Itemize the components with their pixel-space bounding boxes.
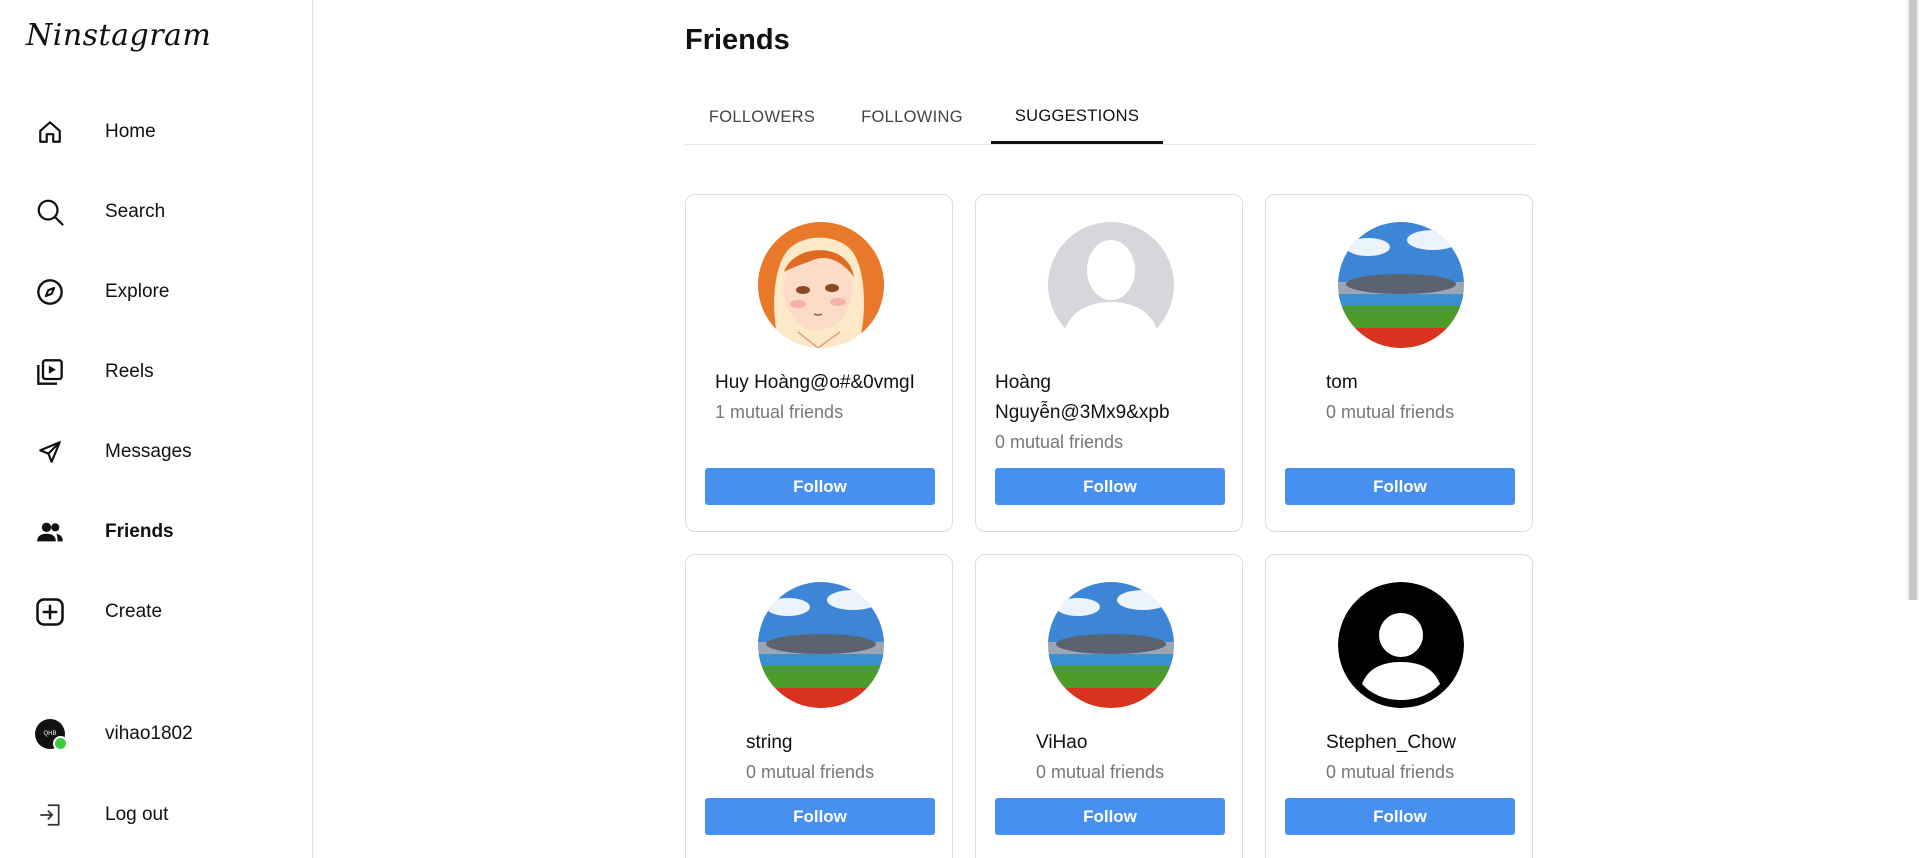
tab-followers[interactable]: FOLLOWERS [685,92,839,142]
mutual-friends-count: 0 mutual friends [1326,762,1455,782]
page-title: Friends [685,24,790,56]
profile-avatar-wrap: QHB [34,718,68,751]
avatar[interactable] [1338,582,1464,708]
avatar[interactable] [1048,222,1174,348]
suggestion-card: Huy Hoàng@o#&0vmgI 1 mutual friends Foll… [685,194,953,532]
send-icon [34,436,66,468]
tab-suggestions[interactable]: SUGGESTIONS [991,92,1163,144]
scrollbar-thumb[interactable] [1909,0,1917,600]
compass-icon [34,276,66,308]
online-status-dot [53,736,68,751]
plus-square-icon [34,596,66,628]
suggestion-card: string 0 mutual friends Follow [685,554,953,858]
suggestion-card: ViHao 0 mutual friends Follow [975,554,1243,858]
suggestion-name[interactable]: Stephen_Chow [1326,728,1456,758]
mutual-friends-count: 0 mutual friends [1326,402,1455,422]
mutual-friends-count: 0 mutual friends [1036,762,1165,782]
sidebar-item-label: Friends [105,521,174,542]
suggestion-name[interactable]: Hoàng Nguyễn@3Mx9&xpb [995,368,1170,428]
mutual-friends-count: 1 mutual friends [715,402,844,422]
mutual-friends-count: 0 mutual friends [746,762,875,782]
page-scrollbar[interactable] [1907,0,1919,600]
name-line-1: Hoàng [995,372,1051,393]
follow-button[interactable]: Follow [705,798,935,835]
sidebar-item-create[interactable]: Create [34,592,294,632]
friends-tabs: FOLLOWERS FOLLOWING SUGGESTIONS [685,92,1535,145]
avatar[interactable] [1338,222,1464,348]
profile-username: vihao1802 [105,723,193,744]
logout-label: Log out [105,804,169,825]
follow-button[interactable]: Follow [995,798,1225,835]
avatar: QHB [35,719,68,751]
search-icon [34,196,66,228]
friends-icon [34,516,66,548]
sidebar: Ninstagram Home Search Explore Reels Mes… [0,0,313,858]
avatar[interactable] [758,582,884,708]
sidebar-item-label: Reels [105,361,154,382]
logout-icon [34,799,66,831]
avatar[interactable] [758,222,884,348]
name-line-2: Nguyễn@3Mx9&xpb [995,402,1170,423]
sidebar-item-label: Home [105,121,156,142]
app-logo[interactable]: Ninstagram [26,18,211,53]
sidebar-item-friends[interactable]: Friends [34,512,294,552]
suggestion-card: tom 0 mutual friends Follow [1265,194,1533,532]
suggestion-card: Hoàng Nguyễn@3Mx9&xpb 0 mutual friends F… [975,194,1243,532]
sidebar-item-label: Create [105,601,163,622]
sidebar-item-label: Messages [105,441,192,462]
suggestion-name[interactable]: string [746,728,792,758]
avatar[interactable] [1048,582,1174,708]
sidebar-item-home[interactable]: Home [34,112,294,152]
follow-button[interactable]: Follow [1285,468,1515,505]
home-icon [34,116,66,148]
sidebar-item-search[interactable]: Search [34,192,294,232]
avatar-text: QHB [43,731,57,737]
sidebar-item-label: Explore [105,281,170,302]
suggestion-card: Stephen_Chow 0 mutual friends Follow [1265,554,1533,858]
follow-button[interactable]: Follow [705,468,935,505]
suggestion-name[interactable]: tom [1326,368,1358,398]
tab-following[interactable]: FOLLOWING [839,92,985,142]
follow-button[interactable]: Follow [1285,798,1515,835]
app-root: Ninstagram Home Search Explore Reels Mes… [0,0,1919,858]
sidebar-item-explore[interactable]: Explore [34,272,294,312]
reels-icon [34,356,66,388]
logout-button[interactable]: Log out [34,795,294,835]
suggestion-name[interactable]: Huy Hoàng@o#&0vmgI [715,368,915,398]
sidebar-item-reels[interactable]: Reels [34,352,294,392]
follow-button[interactable]: Follow [995,468,1225,505]
sidebar-item-label: Search [105,201,166,222]
mutual-friends-count: 0 mutual friends [995,432,1124,452]
sidebar-item-messages[interactable]: Messages [34,432,294,472]
suggestion-name[interactable]: ViHao [1036,728,1087,758]
sidebar-profile[interactable]: QHB vihao1802 [34,714,294,754]
